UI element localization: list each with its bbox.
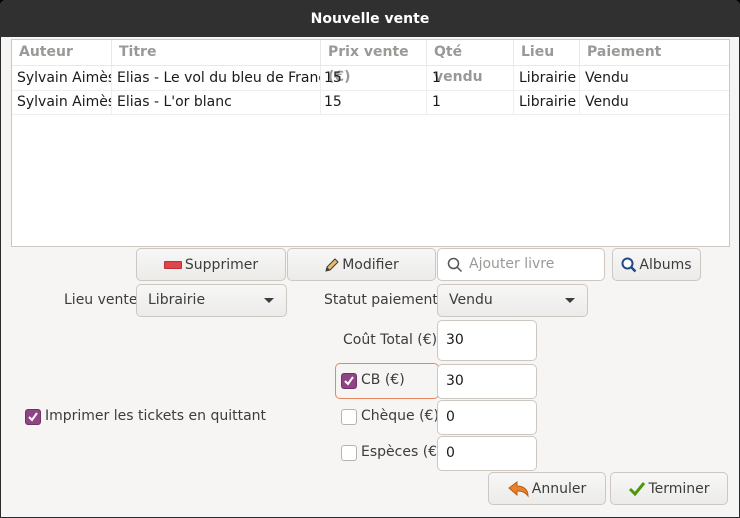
finish-button[interactable]: Terminer xyxy=(610,472,728,505)
cell-lieu: Librairie xyxy=(514,90,580,114)
lieu-vente-select[interactable]: Librairie xyxy=(136,284,287,317)
cell-auteur: Sylvain Aimès xyxy=(12,66,112,90)
albums-button-label: Albums xyxy=(639,256,692,273)
cheque-checkbox[interactable] xyxy=(341,409,357,425)
cout-total-field[interactable]: 30 xyxy=(437,320,537,361)
checkmark-icon xyxy=(344,376,354,386)
column-header-qte[interactable]: Qté vendu xyxy=(427,40,514,85)
cell-prix: 15 xyxy=(321,90,427,114)
albums-button[interactable]: Albums xyxy=(612,248,701,281)
cell-qte: 1 xyxy=(427,90,514,114)
cb-amount-field[interactable]: 30 xyxy=(437,364,537,399)
column-header-titre[interactable]: Titre xyxy=(112,40,321,65)
lieu-vente-value: Librairie xyxy=(148,292,206,308)
magnifier-icon xyxy=(621,257,637,273)
cout-total-label: Coût Total (€) xyxy=(343,332,438,348)
column-header-auteur[interactable]: Auteur xyxy=(12,40,112,65)
especes-checkbox[interactable] xyxy=(341,445,357,461)
column-header-paiement[interactable]: Paiement xyxy=(580,40,729,65)
sales-table[interactable]: Auteur Titre Prix vente (€) Qté vendu Li… xyxy=(11,39,730,247)
statut-paiement-select[interactable]: Vendu xyxy=(437,284,588,317)
cell-qte: 1 xyxy=(427,66,514,90)
table-row[interactable]: Sylvain Aimès Elias - Le vol du bleu de … xyxy=(12,66,729,91)
remove-icon xyxy=(163,260,182,269)
checkmark-icon xyxy=(28,412,38,422)
cell-prix: 15 xyxy=(321,66,427,90)
cb-label: CB (€) xyxy=(361,372,405,388)
dropdown-arrow-icon xyxy=(264,298,274,303)
cell-paiement: Vendu xyxy=(585,94,629,110)
add-book-search-input[interactable]: Ajouter livre xyxy=(437,248,605,281)
dialog-window: Nouvelle vente Auteur Titre Prix vente (… xyxy=(0,0,740,518)
cancel-button[interactable]: Annuler xyxy=(488,472,606,505)
lieu-vente-label: Lieu vente xyxy=(64,292,138,308)
column-header-prix[interactable]: Prix vente (€) xyxy=(321,40,427,85)
especes-label: Espèces (€) xyxy=(361,444,443,460)
statut-paiement-label: Statut paiement xyxy=(324,292,438,308)
checkmark-icon xyxy=(628,481,646,497)
print-tickets-label: Imprimer les tickets en quittant xyxy=(45,408,267,424)
edit-button[interactable]: Modifier xyxy=(287,248,436,281)
especes-amount-field[interactable]: 0 xyxy=(437,436,537,471)
cancel-button-label: Annuler xyxy=(531,480,587,497)
print-tickets-checkbox[interactable] xyxy=(25,409,41,425)
dropdown-arrow-icon xyxy=(565,298,575,303)
pencil-icon xyxy=(324,257,340,273)
delete-button[interactable]: Supprimer xyxy=(136,248,286,281)
table-row[interactable]: Sylvain Aimès Elias - L'or blanc 15 1 Li… xyxy=(12,90,729,115)
undo-arrow-icon xyxy=(507,480,530,498)
cell-titre: Elias - Le vol du bleu de France xyxy=(112,66,321,90)
cheque-label: Chèque (€) xyxy=(361,408,439,424)
delete-button-label: Supprimer xyxy=(184,256,259,273)
cell-titre: Elias - L'or blanc xyxy=(112,90,321,114)
cell-lieu: Librairie xyxy=(514,66,580,90)
column-header-lieu[interactable]: Lieu xyxy=(514,40,580,65)
finish-button-label: Terminer xyxy=(648,480,710,497)
table-header: Auteur Titre Prix vente (€) Qté vendu Li… xyxy=(12,40,729,85)
cb-checkbox[interactable] xyxy=(341,373,357,389)
cell-auteur: Sylvain Aimès xyxy=(12,90,112,114)
search-icon xyxy=(447,257,463,273)
cheque-amount-field[interactable]: 0 xyxy=(437,400,537,435)
search-placeholder: Ajouter livre xyxy=(469,256,555,272)
statut-paiement-value: Vendu xyxy=(449,292,493,308)
cell-paiement: Vendu xyxy=(585,70,629,86)
dialog-title: Nouvelle vente xyxy=(0,0,740,37)
edit-button-label: Modifier xyxy=(342,256,399,273)
